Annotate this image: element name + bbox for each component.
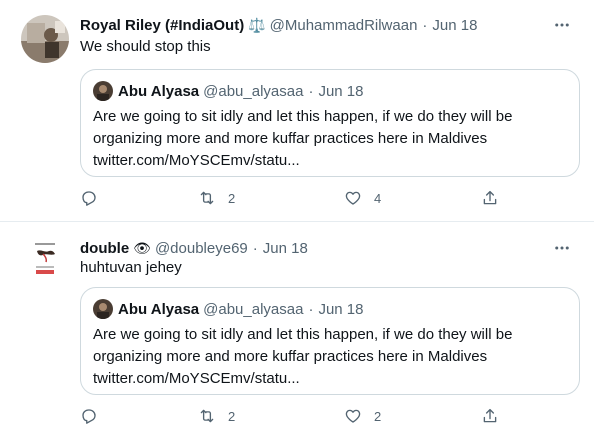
user-handle: @abu_alyasaa [203,82,304,100]
avatar [93,81,113,101]
retweet-count: 2 [228,408,236,424]
more-horizontal-icon[interactable] [550,15,574,35]
retweet-icon [200,191,214,205]
quoted-text-line: Are we going to sit idly and let this ha… [93,108,513,125]
quoted-tweet-header: Abu Alyasa @abu_alyasaa · Jun 18 [93,81,364,101]
like-count: 2 [374,408,382,424]
tweet-header: Royal Riley (#IndiaOut) ⚖️ @MuhammadRilw… [80,15,574,35]
user-handle: @abu_alyasaa [203,300,304,318]
more-horizontal-icon[interactable] [550,238,574,258]
reply-icon [82,191,96,206]
display-name[interactable]: double [80,240,129,257]
like-button[interactable]: 2 [344,407,381,425]
tweet[interactable]: double 👁 @doubleye69 · Jun 18 huhtuvan j… [0,223,594,436]
name-emoji: 👁 [133,239,151,256]
action-bar: 2 2 [80,407,510,429]
reply-icon [82,409,96,424]
like-button[interactable]: 4 [344,189,381,207]
user-handle[interactable]: @doubleye69 [155,240,248,257]
action-bar: 2 4 [80,189,510,211]
reply-button[interactable] [80,189,110,207]
user-handle[interactable]: @MuhammadRilwaan [270,17,418,34]
name-emoji: ⚖️ [248,16,266,33]
display-name: Abu Alyasa [118,300,200,318]
quoted-tweet-text: Are we going to sit idly and let this ha… [93,324,563,390]
avatar[interactable] [21,235,69,283]
share-icon [483,190,497,205]
heart-icon [345,409,361,423]
quoted-link[interactable]: twitter.com/MoYSCEmv/statu... [93,368,563,390]
separator: · [422,16,428,34]
timestamp: Jun 18 [318,300,364,318]
quoted-tweet-text: Are we going to sit idly and let this ha… [93,106,563,172]
retweet-button[interactable]: 2 [198,189,235,207]
quoted-text-line: organizing more and more kuffar practice… [93,130,488,147]
retweet-icon [200,409,214,423]
display-name: Abu Alyasa [118,82,200,100]
tweet-header: double 👁 @doubleye69 · Jun 18 [80,238,574,258]
share-button[interactable] [481,189,499,207]
display-name[interactable]: Royal Riley (#IndiaOut) [80,17,244,34]
quoted-link[interactable]: twitter.com/MoYSCEmv/statu... [93,150,563,172]
avatar [93,299,113,319]
separator: · [308,82,314,100]
share-button[interactable] [481,407,499,425]
quoted-text-line: Are we going to sit idly and let this ha… [93,326,513,343]
heart-icon [345,191,361,205]
reply-button[interactable] [80,407,110,425]
timestamp[interactable]: Jun 18 [263,240,308,257]
share-icon [483,408,497,423]
timestamp[interactable]: Jun 18 [432,17,477,34]
separator: · [252,239,258,257]
quoted-text-line: organizing more and more kuffar practice… [93,348,488,365]
quoted-tweet[interactable]: Abu Alyasa @abu_alyasaa · Jun 18 Are we … [80,287,580,395]
retweet-button[interactable]: 2 [198,407,235,425]
avatar[interactable] [21,15,69,63]
timestamp: Jun 18 [318,82,364,100]
quoted-tweet[interactable]: Abu Alyasa @abu_alyasaa · Jun 18 Are we … [80,69,580,177]
tweet-text: We should stop this [80,38,211,55]
quoted-tweet-header: Abu Alyasa @abu_alyasaa · Jun 18 [93,299,364,319]
tweet[interactable]: Royal Riley (#IndiaOut) ⚖️ @MuhammadRilw… [0,0,594,222]
separator: · [308,300,314,318]
tweet-text: huhtuvan jehey [80,259,182,276]
retweet-count: 2 [228,190,236,206]
like-count: 4 [374,190,382,206]
